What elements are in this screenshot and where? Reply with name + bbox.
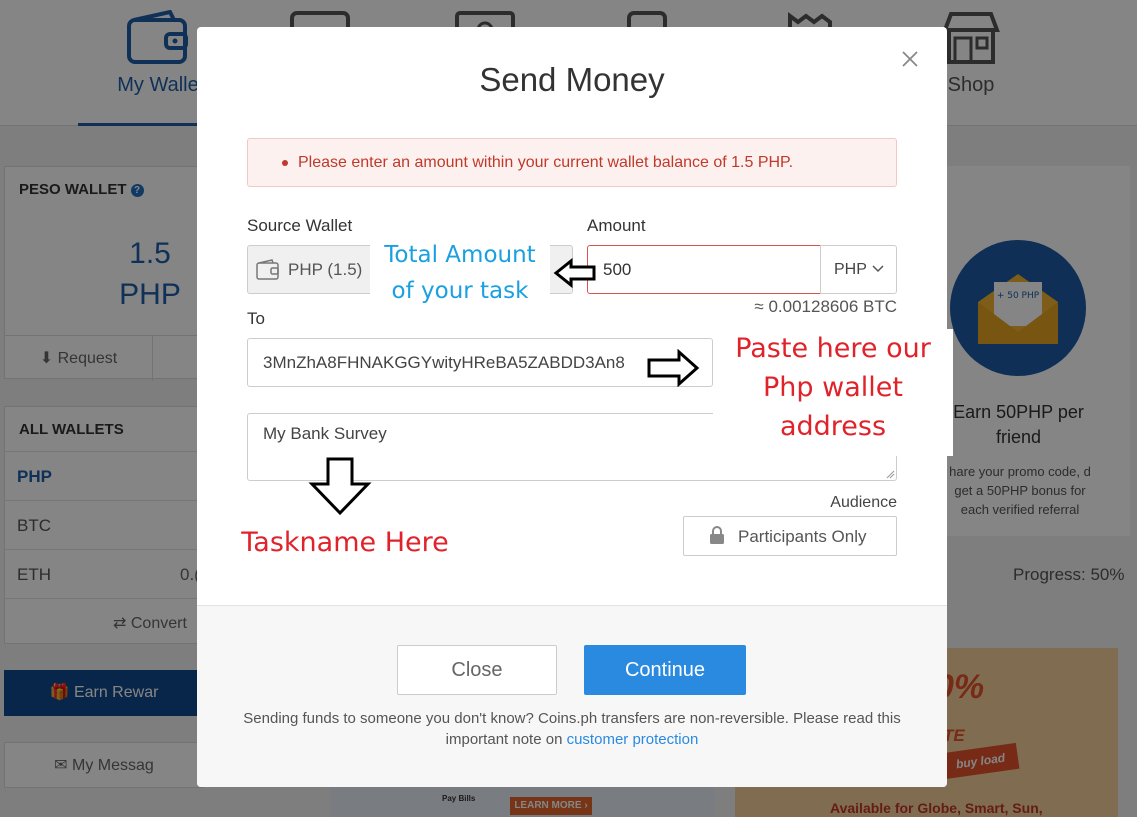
amount-value: 500 (603, 260, 632, 279)
error-alert: Please enter an amount within your curre… (247, 138, 897, 187)
source-wallet-label: Source Wallet (247, 216, 353, 235)
source-wallet-value: PHP (1.5) (288, 260, 363, 279)
audience-select[interactable]: Participants Only (683, 516, 897, 556)
audience-label: Audience (830, 494, 897, 511)
customer-protection-link[interactable]: customer protection (567, 731, 699, 748)
recipient-address-input[interactable]: 3MnZhA8FHNAKGGYwityHReBA5ZABDD3An8 (247, 338, 713, 387)
bullet-icon (282, 160, 288, 166)
annotation-taskname: Taskname Here (241, 527, 449, 558)
message-value: My Bank Survey (263, 424, 387, 443)
to-label: To (247, 309, 265, 328)
audience-value: Participants Only (738, 527, 867, 546)
continue-button[interactable]: Continue (584, 645, 746, 695)
lock-icon (710, 526, 724, 544)
currency-value: PHP (834, 261, 867, 278)
error-message: Please enter an amount within your curre… (298, 154, 794, 171)
chevron-down-icon (872, 265, 884, 273)
amount-label: Amount (587, 216, 646, 235)
amount-input[interactable]: 500 (587, 245, 821, 294)
annotation-total-amount: Total Amount of your task (370, 237, 550, 309)
footer-note: Sending funds to someone you don't know?… (237, 708, 907, 750)
arrow-down-icon (308, 457, 372, 516)
wallet-icon (256, 259, 279, 280)
modal-divider (197, 605, 947, 606)
arrow-left-icon (553, 257, 596, 289)
currency-select[interactable]: PHP (820, 245, 897, 294)
modal-footer (197, 606, 947, 787)
arrow-right-icon (647, 349, 700, 387)
resize-grip-icon[interactable] (886, 470, 895, 479)
recipient-address-value: 3MnZhA8FHNAKGGYwityHReBA5ZABDD3An8 (263, 353, 625, 372)
annotation-paste-address: Paste here our Php wallet address (713, 329, 953, 456)
btc-equivalent: ≈ 0.00128606 BTC (754, 297, 897, 316)
modal-title: Send Money (479, 61, 665, 98)
close-button[interactable]: Close (397, 645, 557, 695)
